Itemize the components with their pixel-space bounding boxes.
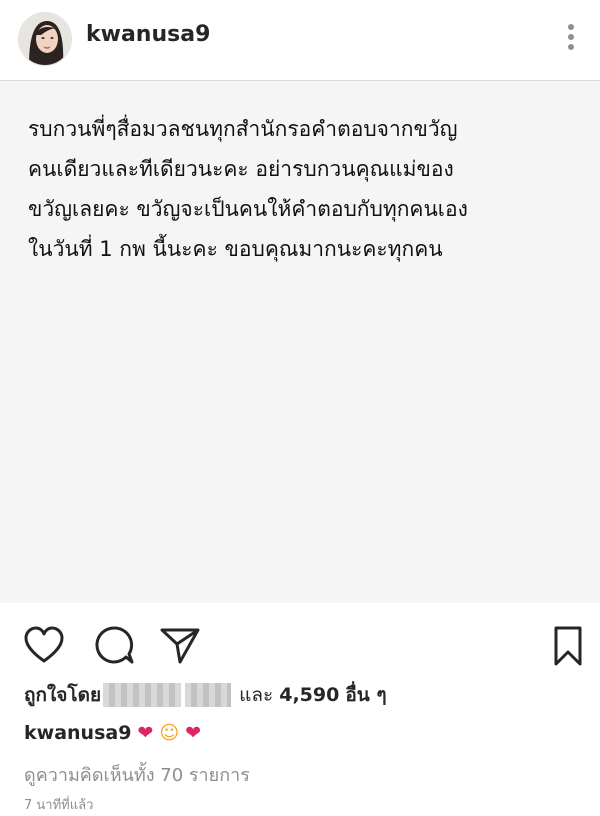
heart-icon[interactable] bbox=[22, 624, 66, 668]
avatar[interactable] bbox=[18, 12, 72, 66]
header-username[interactable]: kwanusa9 bbox=[86, 22, 210, 47]
post-header: kwanusa9 bbox=[0, 0, 600, 81]
post-text: รบกวนพี่ๆสื่อมวลชนทุกสำนักรอคำตอบจากขวัญ… bbox=[28, 117, 468, 261]
likes-prefix: ถูกใจโดย bbox=[24, 684, 102, 706]
bookmark-icon[interactable] bbox=[546, 624, 590, 668]
send-icon[interactable] bbox=[158, 624, 202, 668]
comment-icon[interactable] bbox=[92, 624, 136, 668]
heart-emoji-icon: ❤ bbox=[185, 722, 202, 744]
smile-emoji-icon: ☺ bbox=[159, 722, 180, 744]
post-image: รบกวนพี่ๆสื่อมวลชนทุกสำนักรอคำตอบจากขวัญ… bbox=[0, 81, 600, 603]
more-vertical-icon[interactable] bbox=[560, 20, 582, 54]
blurred-username bbox=[103, 683, 182, 707]
blurred-username bbox=[185, 683, 232, 707]
user-avatar-icon bbox=[19, 13, 71, 65]
caption-username[interactable]: kwanusa9 bbox=[24, 722, 131, 744]
likes-count: 4,590 bbox=[279, 684, 340, 706]
action-bar bbox=[0, 612, 600, 672]
likes-middle: และ bbox=[239, 684, 274, 706]
heart-emoji-icon: ❤ bbox=[137, 722, 154, 744]
caption: kwanusa9 ❤ ☺ ❤ bbox=[24, 718, 201, 748]
likes-summary[interactable]: ถูกใจโดย และ 4,590 อื่น ๆ bbox=[24, 680, 387, 710]
post-timestamp: 7 นาทีที่แล้ว bbox=[24, 798, 94, 813]
view-comments-link[interactable]: ดูความคิดเห็นทั้ง 70 รายการ bbox=[24, 760, 250, 789]
likes-suffix: อื่น ๆ bbox=[345, 684, 387, 706]
